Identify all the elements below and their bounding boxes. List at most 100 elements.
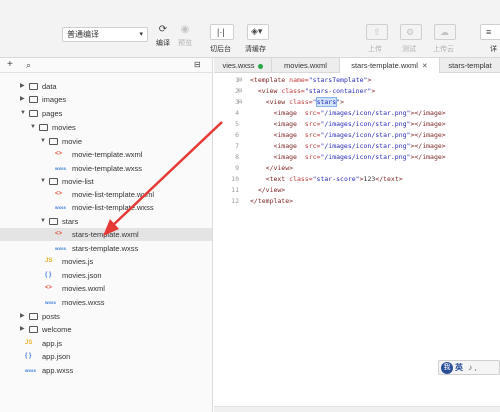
- test-icon: ⚙: [406, 27, 415, 37]
- tree-item-label: pages: [42, 109, 63, 118]
- tree-item-label: movies.wxml: [62, 284, 105, 293]
- tab-stars-template-wxml[interactable]: stars-template.wxml ✕: [340, 58, 440, 73]
- tree-file[interactable]: wxss stars-template.wxss: [0, 242, 212, 255]
- tree-item-label: data: [42, 82, 57, 91]
- code-line-7: <image src="/images/icon/star.png"></ima…: [273, 142, 446, 150]
- switch-backend-label: 切后台: [210, 46, 231, 53]
- fold-toggle-icon[interactable]: ⊟: [238, 86, 242, 97]
- chevron-right-icon[interactable]: ▶: [20, 323, 25, 336]
- compile-mode-select[interactable]: 普通编译 ▾: [62, 27, 148, 42]
- folder-icon: [29, 83, 38, 90]
- tree-folder[interactable]: ▶ data: [0, 80, 212, 93]
- tree-folder[interactable]: ▼ pages: [0, 107, 212, 120]
- code-line-1: <template name="starsTemplate">: [250, 76, 372, 84]
- horizontal-scrollbar[interactable]: [214, 406, 500, 412]
- chevron-right-icon[interactable]: ▶: [20, 310, 25, 323]
- tree-file[interactable]: <> movies.wxml: [0, 282, 212, 295]
- wxss-file-icon: wxss: [55, 166, 67, 171]
- tree-file[interactable]: wxss movie-template.wxss: [0, 162, 212, 175]
- tree-file[interactable]: { } app.json: [0, 350, 212, 363]
- tree-item-label: movies.wxss: [62, 298, 105, 307]
- tree-file[interactable]: JS app.js: [0, 337, 212, 350]
- chevron-down-icon[interactable]: ▼: [40, 215, 46, 228]
- wxml-file-icon: <>: [55, 231, 63, 237]
- code-line-11: </view>: [257, 186, 286, 194]
- toolbar: 普通编译 ▾ ⟳ 编译 ◉ 预览 |·| 切后台 ◈▾ 清缓存 ⇧ 上传 ⚙ 测…: [0, 0, 500, 58]
- tree-folder[interactable]: ▼ movie: [0, 135, 212, 148]
- fold-toggle-icon[interactable]: ⊟: [238, 75, 242, 86]
- search-icon[interactable]: ⌕: [26, 59, 31, 71]
- tree-item-label: app.js: [42, 339, 63, 348]
- chevron-down-icon: ▾: [139, 31, 143, 38]
- close-icon[interactable]: ✕: [422, 63, 428, 70]
- code-line-9: </view>: [265, 164, 294, 172]
- tab-movies-wxss[interactable]: vies.wxss: [214, 58, 272, 73]
- upload-icon: ⇧: [373, 27, 381, 37]
- code-line-12: </template>: [250, 197, 294, 205]
- layers-icon: ◈▾: [251, 26, 263, 36]
- tree-file[interactable]: <> movie-template.wxml: [0, 148, 212, 161]
- tree-item-label: movies: [52, 123, 76, 132]
- code-line-8: <image src="/images/icon/star.png"></ima…: [273, 153, 446, 161]
- ime-toolbar[interactable]: 我英 ♪ ,: [438, 360, 500, 375]
- json-file-icon: { }: [25, 353, 32, 359]
- tree-folder[interactable]: ▶ images: [0, 93, 212, 106]
- line-number: 12: [231, 197, 239, 205]
- tree-file[interactable]: <> stars-template.wxml: [0, 228, 212, 241]
- tree-file[interactable]: wxss movie-list-template.wxss: [0, 201, 212, 214]
- preview-button[interactable]: ◉ 预览: [178, 25, 192, 48]
- tree-folder[interactable]: ▶ posts: [0, 310, 212, 323]
- upload-button[interactable]: ⇧: [366, 24, 388, 40]
- tree-item-label: movies.json: [62, 271, 102, 280]
- wxss-file-icon: wxss: [55, 205, 67, 210]
- line-number: 10: [231, 175, 239, 183]
- ime-language-label: 英: [455, 363, 463, 372]
- upload-cloud-button[interactable]: ☁: [434, 24, 456, 40]
- preview-label: 预览: [178, 40, 192, 47]
- chevron-down-icon[interactable]: ▼: [30, 121, 36, 134]
- code-line-10: <text class="star-score">123</text>: [265, 175, 403, 183]
- tree-item-label: images: [42, 95, 67, 104]
- code-line-6: <image src="/images/icon/star.png"></ima…: [273, 131, 446, 139]
- switch-backend-icon: |·|: [217, 27, 225, 37]
- compile-button[interactable]: ⟳ 编译: [156, 25, 170, 48]
- tree-item-label: movies.js: [62, 257, 94, 266]
- tree-item-label: welcome: [42, 325, 72, 334]
- sidebar-toggle-icon[interactable]: ⊟: [194, 59, 201, 71]
- chevron-down-icon[interactable]: ▼: [20, 107, 26, 120]
- eye-icon: ◉: [180, 24, 190, 35]
- test-button[interactable]: ⚙: [400, 24, 422, 40]
- cloud-icon: ☁: [440, 27, 449, 37]
- tab-movies-wxml[interactable]: movies.wxml: [272, 58, 340, 73]
- explorer-toolbar: + ⌕ ⊟: [0, 58, 212, 73]
- chevron-down-icon[interactable]: ▼: [40, 175, 46, 188]
- fold-toggle-icon[interactable]: ⊟: [238, 97, 242, 108]
- chevron-down-icon[interactable]: ▼: [40, 135, 46, 148]
- details-button[interactable]: ≡: [480, 24, 500, 40]
- tree-file[interactable]: JS movies.js: [0, 255, 212, 268]
- ime-logo-icon: 我: [441, 362, 453, 374]
- tree-file[interactable]: wxss movies.wxss: [0, 296, 212, 309]
- tab-stars-template-wxss[interactable]: stars-templat: [440, 58, 500, 73]
- tree-folder[interactable]: ▼ stars: [0, 215, 212, 228]
- tree-folder[interactable]: ▼ movie-list: [0, 175, 212, 188]
- tree-folder[interactable]: ▶ welcome: [0, 323, 212, 336]
- tree-item-label: app.json: [42, 352, 71, 361]
- tree-file[interactable]: wxss app.wxss: [0, 364, 212, 377]
- tree-folder[interactable]: ▼ movies: [0, 121, 212, 134]
- chevron-right-icon[interactable]: ▶: [20, 93, 25, 106]
- tree-item-label: app.wxss: [42, 366, 74, 375]
- clear-cache-button[interactable]: ◈▾: [247, 24, 269, 40]
- folder-icon: [49, 218, 58, 225]
- switch-backend-button[interactable]: |·|: [210, 24, 234, 40]
- line-number: 9: [235, 164, 239, 172]
- wxml-file-icon: <>: [55, 191, 63, 197]
- folder-icon: [29, 96, 38, 103]
- wxss-file-icon: wxss: [55, 246, 67, 251]
- compile-label: 编译: [156, 40, 170, 47]
- compile-mode-label: 普通编译: [67, 30, 99, 39]
- add-icon[interactable]: +: [7, 59, 13, 71]
- tree-file[interactable]: <> movie-list-template.wxml: [0, 188, 212, 201]
- chevron-right-icon[interactable]: ▶: [20, 80, 25, 93]
- tree-file[interactable]: { } movies.json: [0, 269, 212, 282]
